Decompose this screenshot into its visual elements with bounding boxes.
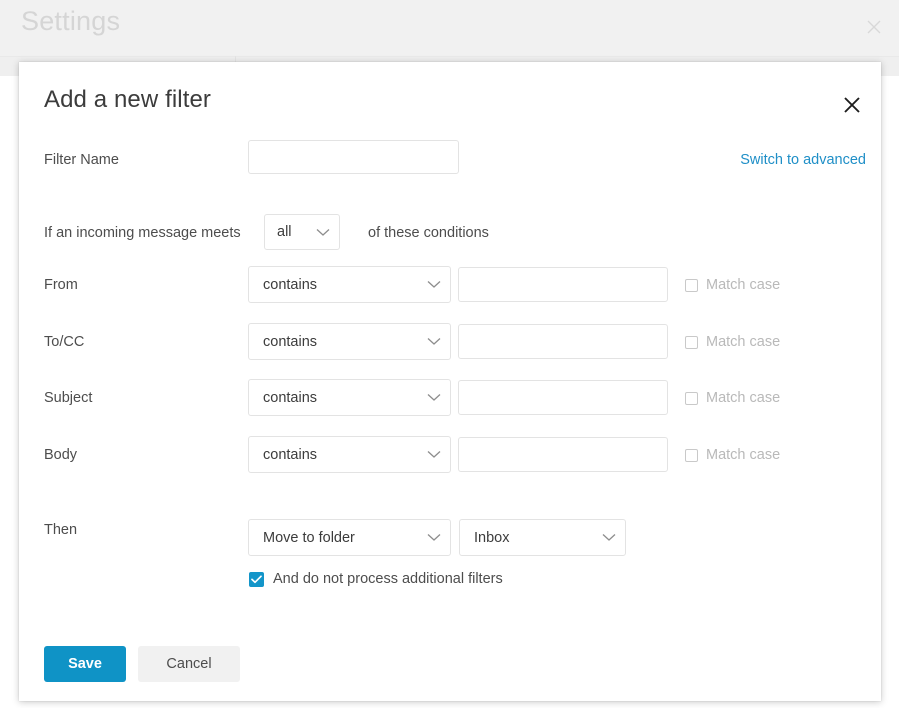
condition-operator-select-tocc[interactable]: contains — [248, 323, 451, 360]
condition-value-input-subject[interactable] — [458, 380, 668, 415]
match-case-checkbox-body[interactable] — [685, 448, 698, 462]
action-type-value: Move to folder — [263, 529, 355, 546]
condition-label-from: From — [44, 277, 78, 293]
condition-operator-value-body: contains — [263, 446, 318, 463]
conditions-suffix-text: of these conditions — [368, 225, 489, 241]
match-case-checkbox-from[interactable] — [685, 278, 698, 292]
stop-processing-label: And do not process additional filters — [273, 571, 503, 587]
settings-close-icon[interactable] — [857, 10, 891, 44]
condition-operator-select-subject[interactable]: contains — [248, 379, 451, 416]
match-case-label-from: Match case — [706, 277, 781, 293]
condition-label-body: Body — [44, 447, 78, 463]
match-case-label-tocc: Match case — [706, 334, 781, 350]
match-case-checkbox-tocc[interactable] — [685, 335, 698, 349]
chevron-down-icon — [427, 533, 441, 542]
chevron-down-icon — [316, 228, 330, 237]
action-label: Then — [44, 522, 78, 538]
chevron-down-icon — [427, 337, 441, 346]
switch-to-advanced-link[interactable]: Switch to advanced — [740, 152, 866, 168]
condition-value-input-body[interactable] — [458, 437, 668, 472]
condition-operator-value-from: contains — [263, 276, 318, 293]
condition-operator-select-from[interactable]: contains — [248, 266, 451, 303]
chevron-down-icon — [427, 280, 441, 289]
dialog-title: Add a new filter — [44, 86, 212, 113]
match-case-body[interactable]: Match case — [685, 447, 780, 463]
condition-operator-select-body[interactable]: contains — [248, 436, 451, 473]
save-button[interactable]: Save — [44, 646, 126, 682]
condition-label-subject: Subject — [44, 390, 93, 406]
filter-name-label: Filter Name — [44, 152, 119, 168]
match-case-label-body: Match case — [706, 447, 781, 463]
condition-value-input-tocc[interactable] — [458, 324, 668, 359]
match-case-label-subject: Match case — [706, 390, 781, 406]
match-case-tocc[interactable]: Match case — [685, 334, 780, 350]
match-case-checkbox-subject[interactable] — [685, 391, 698, 405]
close-icon[interactable] — [837, 90, 867, 120]
condition-label-tocc: To/CC — [44, 334, 85, 350]
folder-value: Inbox — [474, 529, 510, 546]
filter-name-input[interactable] — [248, 140, 459, 174]
condition-operator-value-tocc: contains — [263, 333, 318, 350]
settings-header: Settings — [0, 0, 899, 56]
add-filter-dialog: Add a new filter Filter Name Switch to a… — [19, 62, 881, 701]
condition-value-input-from[interactable] — [458, 267, 668, 302]
stop-processing-row[interactable]: And do not process additional filters — [249, 571, 503, 587]
condition-operator-value-subject: contains — [263, 389, 318, 406]
folder-select[interactable]: Inbox — [459, 519, 626, 556]
match-case-from[interactable]: Match case — [685, 277, 780, 293]
stop-processing-checkbox[interactable] — [249, 571, 264, 587]
conditions-prefix-text: If an incoming message meets — [44, 225, 241, 241]
cancel-button[interactable]: Cancel — [138, 646, 240, 682]
chevron-down-icon — [427, 450, 441, 459]
match-case-subject[interactable]: Match case — [685, 390, 780, 406]
settings-title: Settings — [21, 6, 121, 36]
action-type-select[interactable]: Move to folder — [248, 519, 451, 556]
chevron-down-icon — [427, 393, 441, 402]
chevron-down-icon — [602, 533, 616, 542]
match-mode-value: all — [277, 224, 292, 240]
match-mode-select[interactable]: all — [264, 214, 340, 250]
